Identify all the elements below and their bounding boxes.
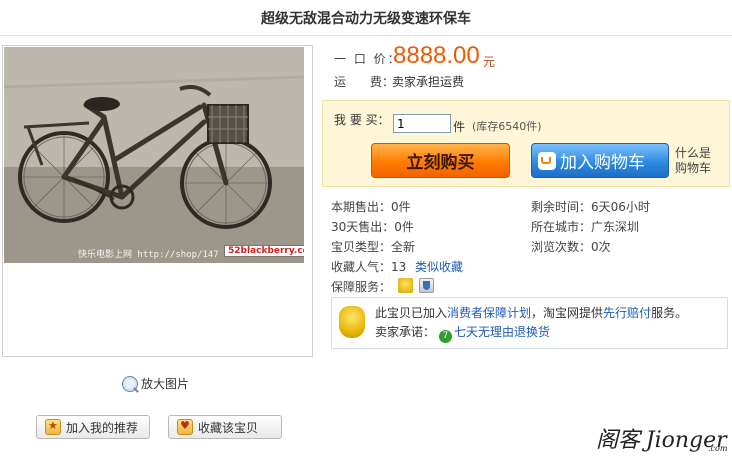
site-logo-chinese: 阁客: [596, 428, 641, 453]
service-label: 保障服务：: [331, 280, 392, 294]
shipping-value: 卖家承担运费: [392, 75, 465, 89]
recommend-icon: [45, 419, 61, 435]
quantity-unit: 件: [453, 120, 466, 134]
time-left: 剩余时间：6天06小时: [531, 200, 650, 214]
cart-icon: [538, 151, 556, 170]
price-unit: 元: [483, 55, 496, 69]
site-logo-domain: .com: [708, 444, 728, 453]
similar-favorites-link[interactable]: 类似收藏: [415, 258, 463, 275]
magnifier-icon: [122, 375, 138, 392]
price-label: 一 口 价：: [334, 52, 402, 66]
favorite-item-label: 收藏该宝贝: [198, 420, 259, 435]
guarantee-text-pre: 此宝贝已加入: [375, 306, 448, 320]
zoom-image-link[interactable]: 放大图片: [122, 375, 189, 392]
add-recommend-button[interactable]: 加入我的推荐: [36, 415, 150, 439]
advance-compensation-link[interactable]: 先行赔付: [603, 306, 651, 320]
product-photo[interactable]: 快乐电影上网 http://shop/147 52blackberry.com: [4, 47, 304, 263]
buy-now-button[interactable]: 立刻购买: [371, 143, 510, 178]
bicycle-image: [4, 47, 304, 263]
view-count: 浏览次数：0次: [531, 240, 611, 254]
guarantee-statement: 此宝贝已加入消费者保障计划，淘宝网提供先行赔付服务。: [375, 304, 687, 321]
guarantee-badge-icon: [339, 306, 365, 338]
guarantee-text-post: 服务。: [651, 306, 688, 320]
item-type: 宝贝类型：全新: [331, 240, 416, 254]
add-to-cart-label: 加入购物车: [560, 153, 645, 173]
service-icons: [398, 278, 434, 293]
photo-watermark-text: 快乐电影上网 http://shop/147: [78, 250, 219, 260]
photo-watermark-logo: 52blackberry.com: [224, 245, 304, 257]
page-title: 超级无敌混合动力无级变速环保车: [261, 11, 471, 27]
shipping-label: 运 费：: [334, 75, 395, 89]
add-to-cart-button[interactable]: 加入购物车: [531, 143, 669, 178]
guarantee-text-mid: ，淘宝网提供: [531, 306, 604, 320]
consumer-protection-link[interactable]: 消费者保障计划: [447, 306, 531, 320]
seller-city: 所在城市：广东深圳: [531, 220, 640, 234]
zoom-label: 放大图片: [141, 377, 190, 391]
add-recommend-label: 加入我的推荐: [66, 420, 139, 435]
seller-promise: 卖家承诺： 7 七天无理由退换货: [375, 323, 550, 343]
seven-day-icon: 7: [439, 330, 453, 343]
favorite-popularity: 收藏人气：13: [331, 260, 407, 274]
site-logo: 阁客 Jionger .com: [596, 422, 727, 454]
what-is-cart-link[interactable]: 什么是购物车: [675, 146, 719, 176]
quantity-label: 我 要 买：: [334, 113, 390, 127]
consumer-protection-icon[interactable]: [398, 278, 413, 293]
seller-promise-label: 卖家承诺：: [375, 325, 436, 339]
favorite-icon: [177, 419, 193, 435]
shield-icon[interactable]: [419, 278, 434, 293]
favorite-item-button[interactable]: 收藏该宝贝: [168, 415, 282, 439]
quantity-input[interactable]: [393, 114, 451, 133]
stock-count: (库存6540件): [472, 120, 542, 133]
title-divider: [0, 35, 732, 36]
seven-day-return-link[interactable]: 七天无理由退换货: [454, 325, 550, 339]
period-sold: 本期售出：0件: [331, 200, 411, 214]
price-value: 8888.00: [393, 42, 480, 69]
sold-30-days: 30天售出：0件: [331, 220, 414, 234]
